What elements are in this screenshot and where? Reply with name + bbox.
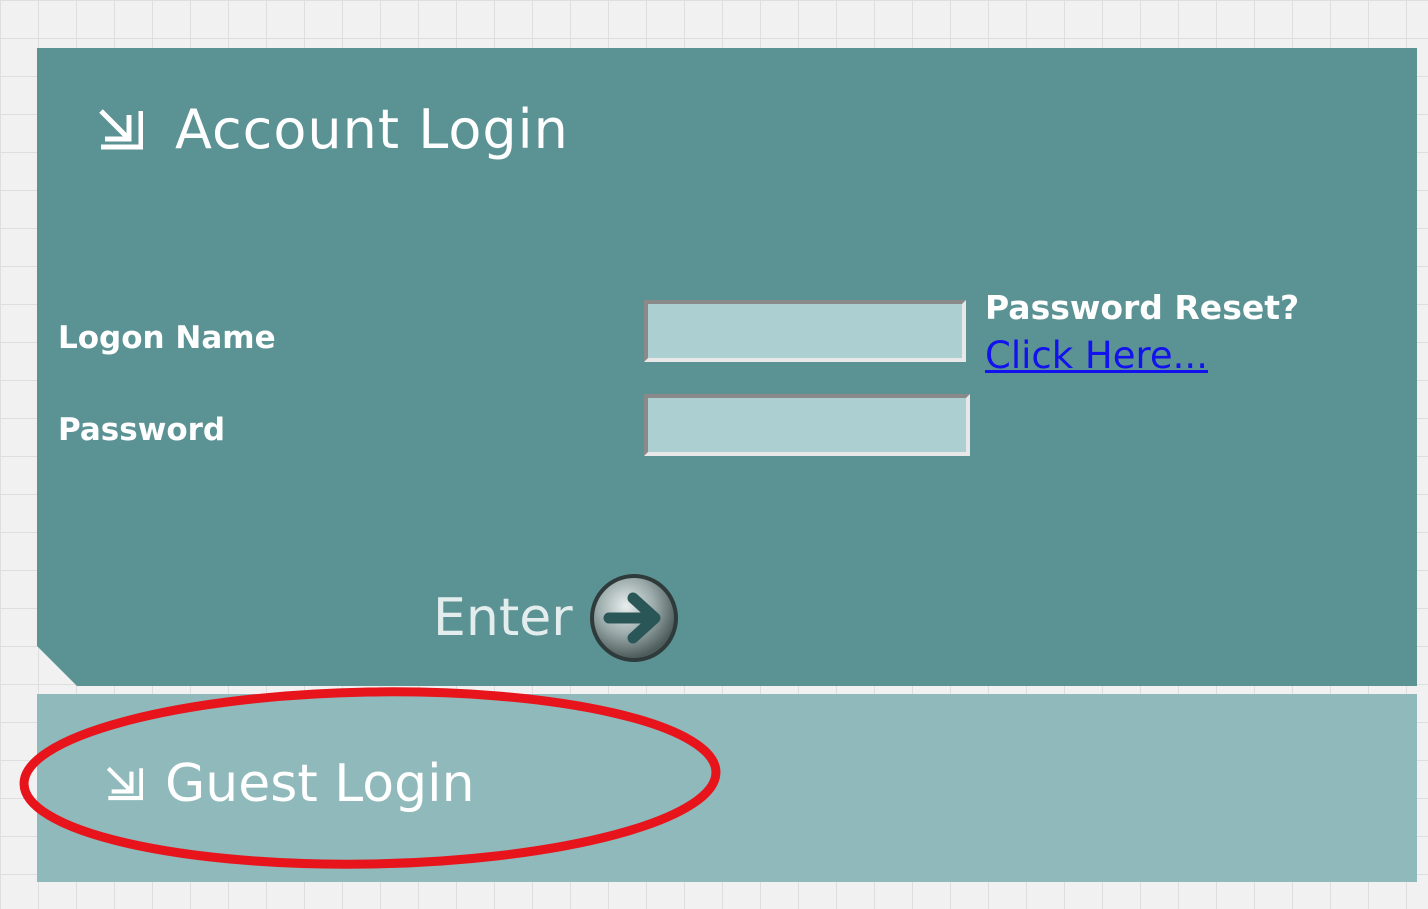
password-reset-link[interactable]: Click Here... (985, 332, 1299, 380)
guest-login-button[interactable]: Guest Login (105, 754, 475, 814)
arrow-down-right-icon (105, 765, 144, 803)
guest-login-title[interactable]: Guest Login (165, 754, 475, 814)
account-login-title: Account Login (175, 98, 569, 161)
arrow-down-right-icon (97, 107, 143, 153)
account-login-heading: Account Login (97, 98, 569, 161)
arrow-right-circle-icon[interactable] (587, 571, 681, 665)
enter-button[interactable]: Enter (433, 571, 681, 665)
enter-label[interactable]: Enter (433, 588, 573, 648)
login-screen: Account Login Logon Name Password Passwo… (0, 0, 1428, 909)
password-input[interactable] (644, 394, 970, 456)
account-login-panel: Account Login Logon Name Password Passwo… (37, 48, 1417, 686)
guest-login-panel: Guest Login (37, 694, 1417, 882)
password-reset-label: Password Reset? (985, 288, 1300, 327)
password-label: Password (58, 412, 226, 448)
password-reset-block: Password Reset? Click Here... (985, 284, 1299, 380)
logon-name-input[interactable] (644, 300, 966, 362)
logon-name-label: Logon Name (58, 320, 276, 356)
